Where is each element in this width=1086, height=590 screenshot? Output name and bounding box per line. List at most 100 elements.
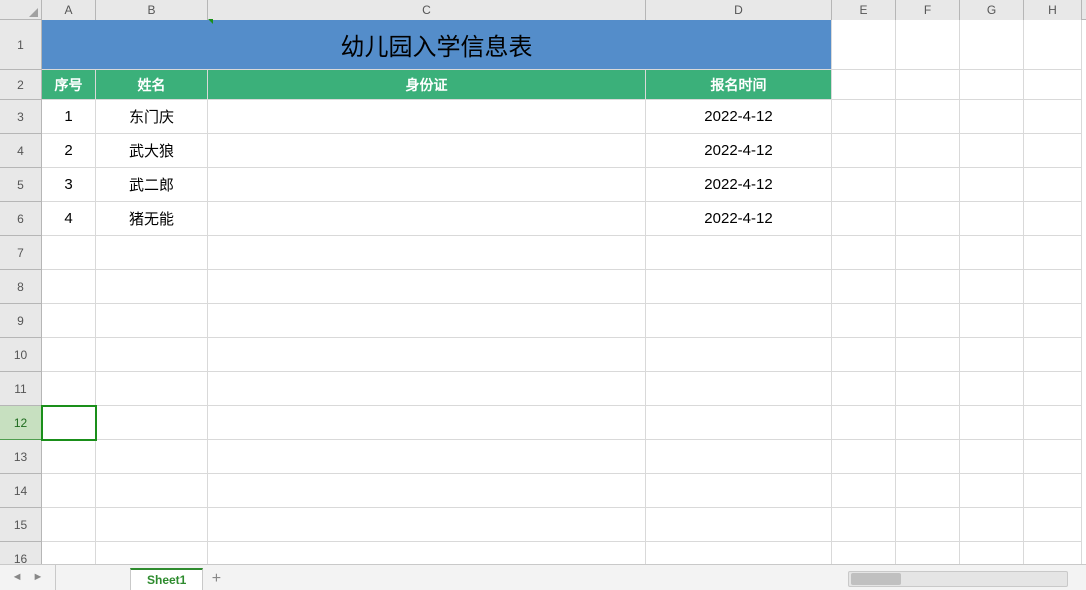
- cell-C4[interactable]: [208, 134, 646, 168]
- cell-G15[interactable]: [960, 508, 1024, 542]
- cell-G4[interactable]: [960, 134, 1024, 168]
- cell-C11[interactable]: [208, 372, 646, 406]
- row-header-16[interactable]: 16: [0, 542, 42, 564]
- cell-B10[interactable]: [96, 338, 208, 372]
- add-sheet-button[interactable]: +: [205, 568, 227, 590]
- cell-E16[interactable]: [832, 542, 896, 564]
- cell-D14[interactable]: [646, 474, 832, 508]
- header-date[interactable]: 报名时间: [646, 70, 832, 100]
- col-header-D[interactable]: D: [646, 0, 832, 20]
- cell-A13[interactable]: [42, 440, 96, 474]
- cell-B8[interactable]: [96, 270, 208, 304]
- cell-H15[interactable]: [1024, 508, 1082, 542]
- scrollbar-thumb[interactable]: [851, 573, 901, 585]
- cell-G1[interactable]: [960, 20, 1024, 70]
- cell-D10[interactable]: [646, 338, 832, 372]
- cell-H11[interactable]: [1024, 372, 1082, 406]
- cell-H5[interactable]: [1024, 168, 1082, 202]
- cell-H2[interactable]: [1024, 70, 1082, 100]
- cell-A14[interactable]: [42, 474, 96, 508]
- cell-F1[interactable]: [896, 20, 960, 70]
- col-header-B[interactable]: B: [96, 0, 208, 20]
- cell-A7[interactable]: [42, 236, 96, 270]
- row-header-11[interactable]: 11: [0, 372, 42, 406]
- row-header-7[interactable]: 7: [0, 236, 42, 270]
- cell-D8[interactable]: [646, 270, 832, 304]
- cell-E1[interactable]: [832, 20, 896, 70]
- cell-G10[interactable]: [960, 338, 1024, 372]
- sheet-tab-active[interactable]: Sheet1: [130, 568, 203, 590]
- cell-F8[interactable]: [896, 270, 960, 304]
- cell-D5[interactable]: 2022-4-12: [646, 168, 832, 202]
- cell-G12[interactable]: [960, 406, 1024, 440]
- cell-E8[interactable]: [832, 270, 896, 304]
- cell-F5[interactable]: [896, 168, 960, 202]
- cell-B7[interactable]: [96, 236, 208, 270]
- cell-D4[interactable]: 2022-4-12: [646, 134, 832, 168]
- cell-E15[interactable]: [832, 508, 896, 542]
- cell-H4[interactable]: [1024, 134, 1082, 168]
- cell-H6[interactable]: [1024, 202, 1082, 236]
- title-cell[interactable]: 幼儿园入学信息表: [42, 20, 832, 70]
- cell-F9[interactable]: [896, 304, 960, 338]
- cell-G2[interactable]: [960, 70, 1024, 100]
- cell-H8[interactable]: [1024, 270, 1082, 304]
- cell-E6[interactable]: [832, 202, 896, 236]
- row-header-13[interactable]: 13: [0, 440, 42, 474]
- cell-D9[interactable]: [646, 304, 832, 338]
- row-header-14[interactable]: 14: [0, 474, 42, 508]
- cell-H13[interactable]: [1024, 440, 1082, 474]
- cell-F15[interactable]: [896, 508, 960, 542]
- cell-A6[interactable]: 4: [42, 202, 96, 236]
- horizontal-scrollbar[interactable]: [848, 571, 1068, 587]
- cell-A10[interactable]: [42, 338, 96, 372]
- cell-B14[interactable]: [96, 474, 208, 508]
- cell-C7[interactable]: [208, 236, 646, 270]
- cell-F6[interactable]: [896, 202, 960, 236]
- cell-E7[interactable]: [832, 236, 896, 270]
- cell-B3[interactable]: 东门庆: [96, 100, 208, 134]
- tab-nav-buttons[interactable]: ◄ ►: [0, 564, 56, 590]
- cell-E5[interactable]: [832, 168, 896, 202]
- cell-E12[interactable]: [832, 406, 896, 440]
- cell-B13[interactable]: [96, 440, 208, 474]
- cell-A11[interactable]: [42, 372, 96, 406]
- cell-A3[interactable]: 1: [42, 100, 96, 134]
- cell-B16[interactable]: [96, 542, 208, 564]
- cell-G14[interactable]: [960, 474, 1024, 508]
- cell-D3[interactable]: 2022-4-12: [646, 100, 832, 134]
- row-header-12[interactable]: 12: [0, 406, 42, 440]
- cell-D16[interactable]: [646, 542, 832, 564]
- cell-D11[interactable]: [646, 372, 832, 406]
- cell-A12-selected[interactable]: [42, 406, 96, 440]
- cell-C14[interactable]: [208, 474, 646, 508]
- cell-A15[interactable]: [42, 508, 96, 542]
- cell-G16[interactable]: [960, 542, 1024, 564]
- cell-G9[interactable]: [960, 304, 1024, 338]
- cell-G11[interactable]: [960, 372, 1024, 406]
- header-seq[interactable]: 序号: [42, 70, 96, 100]
- select-all-corner[interactable]: [0, 0, 42, 20]
- cell-B15[interactable]: [96, 508, 208, 542]
- cell-G6[interactable]: [960, 202, 1024, 236]
- row-header-8[interactable]: 8: [0, 270, 42, 304]
- col-header-C[interactable]: C: [208, 0, 646, 20]
- cell-F12[interactable]: [896, 406, 960, 440]
- cell-D13[interactable]: [646, 440, 832, 474]
- cell-E10[interactable]: [832, 338, 896, 372]
- row-header-6[interactable]: 6: [0, 202, 42, 236]
- row-header-15[interactable]: 15: [0, 508, 42, 542]
- cell-H14[interactable]: [1024, 474, 1082, 508]
- cell-D6[interactable]: 2022-4-12: [646, 202, 832, 236]
- cell-C5[interactable]: [208, 168, 646, 202]
- cell-H7[interactable]: [1024, 236, 1082, 270]
- cell-F11[interactable]: [896, 372, 960, 406]
- cell-E13[interactable]: [832, 440, 896, 474]
- col-header-E[interactable]: E: [832, 0, 896, 20]
- cell-C12[interactable]: [208, 406, 646, 440]
- row-header-5[interactable]: 5: [0, 168, 42, 202]
- cell-B12[interactable]: [96, 406, 208, 440]
- cell-A16[interactable]: [42, 542, 96, 564]
- cell-E3[interactable]: [832, 100, 896, 134]
- cell-D15[interactable]: [646, 508, 832, 542]
